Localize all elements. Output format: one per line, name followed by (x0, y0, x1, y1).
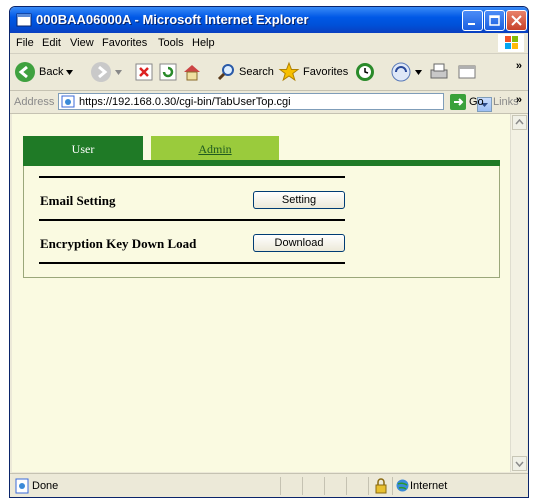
favorites-label: Favorites (303, 66, 349, 78)
maximize-button[interactable] (484, 10, 505, 31)
ie-app-icon (16, 13, 32, 27)
arrow-up-icon (515, 118, 524, 125)
go-label: Go (469, 96, 484, 108)
forward-button[interactable] (90, 60, 122, 84)
menu-bar: File Edit View Favorites Tools Help (10, 33, 528, 54)
back-arrow-icon (15, 62, 35, 82)
status-separator (302, 477, 303, 495)
address-url: https://192.168.0.30/cgi-bin/TabUserTop.… (79, 96, 291, 108)
history-icon (356, 63, 374, 81)
status-bar: Done Internet (10, 473, 528, 497)
menu-favorites[interactable]: Favorites (102, 37, 147, 49)
title-bar[interactable]: 000BAA06000A - Microsoft Internet Explor… (10, 7, 528, 33)
forward-arrow-icon (91, 62, 111, 82)
edit-page-icon (458, 65, 476, 79)
status-separator (368, 477, 369, 495)
chevron-down-icon (415, 69, 422, 75)
chevron-down-icon (115, 69, 122, 75)
tab-admin[interactable]: Admin (151, 136, 279, 163)
email-setting-label: Email Setting (40, 193, 116, 208)
links-overflow-icon[interactable]: » (516, 94, 522, 106)
close-button[interactable] (506, 10, 527, 31)
address-label: Address (14, 96, 55, 108)
favorites-button[interactable]: Favorites (278, 60, 348, 84)
scroll-up-button[interactable] (512, 115, 527, 130)
page-content: User Admin Email Setting Setting Encrypt… (12, 114, 510, 472)
toolbar: Back Search Favorites » (10, 54, 528, 91)
menu-help[interactable]: Help (192, 37, 215, 49)
browser-window: 000BAA06000A - Microsoft Internet Explor… (9, 6, 529, 498)
arrow-down-icon (515, 461, 524, 468)
vertical-scrollbar[interactable] (510, 114, 527, 472)
back-button[interactable]: Back (14, 60, 74, 84)
tab-user[interactable]: User (23, 136, 143, 163)
setting-button[interactable]: Setting (253, 191, 345, 209)
home-button[interactable] (182, 60, 202, 84)
minimize-button[interactable] (462, 10, 483, 31)
status-separator (280, 477, 281, 495)
menu-file[interactable]: File (16, 37, 34, 49)
window-title: 000BAA06000A - Microsoft Internet Explor… (36, 12, 309, 27)
history-button[interactable] (354, 60, 376, 84)
stop-button[interactable] (134, 60, 154, 84)
menu-tools[interactable]: Tools (158, 37, 184, 49)
address-input[interactable]: https://192.168.0.30/cgi-bin/TabUserTop.… (58, 93, 492, 112)
mail-button[interactable] (390, 60, 422, 84)
mail-icon (391, 62, 411, 82)
encryption-key-label: Encryption Key Down Load (40, 236, 197, 251)
status-separator (324, 477, 325, 495)
divider (39, 219, 345, 221)
favorites-star-icon (278, 61, 300, 82)
divider (39, 176, 345, 178)
print-button[interactable] (428, 60, 450, 84)
divider (39, 262, 345, 264)
status-text: Done (32, 480, 59, 492)
status-separator (392, 477, 393, 495)
menu-edit[interactable]: Edit (42, 37, 61, 49)
go-button[interactable]: Go (450, 94, 484, 110)
settings-panel: Email Setting Setting Encryption Key Dow… (23, 166, 500, 278)
close-icon (511, 15, 522, 26)
download-button[interactable]: Download (253, 234, 345, 252)
status-separator (346, 477, 347, 495)
address-bar: Address https://192.168.0.30/cgi-bin/Tab… (10, 91, 528, 114)
stop-icon (135, 63, 153, 81)
zone-label: Internet (410, 480, 448, 492)
windows-logo-icon (498, 34, 524, 52)
home-icon (184, 65, 200, 81)
menu-view[interactable]: View (70, 37, 94, 49)
chevron-down-icon (66, 69, 74, 75)
internet-globe-icon (396, 479, 409, 492)
refresh-button[interactable] (158, 60, 178, 84)
minimize-icon (468, 23, 475, 25)
lock-icon (375, 478, 387, 494)
scroll-down-button[interactable] (512, 456, 527, 471)
printer-icon (430, 63, 448, 79)
go-arrow-icon (450, 94, 466, 110)
search-icon (217, 64, 234, 81)
page-icon (61, 95, 75, 108)
toolbar-overflow-icon[interactable]: » (516, 60, 522, 72)
refresh-icon (159, 63, 177, 81)
search-button[interactable]: Search (216, 60, 274, 84)
edit-button[interactable] (456, 60, 478, 84)
page-done-icon (15, 478, 29, 494)
links-label[interactable]: Links (493, 96, 519, 108)
maximize-icon (489, 15, 500, 26)
search-label: Search (239, 66, 274, 78)
back-label: Back (39, 66, 64, 78)
